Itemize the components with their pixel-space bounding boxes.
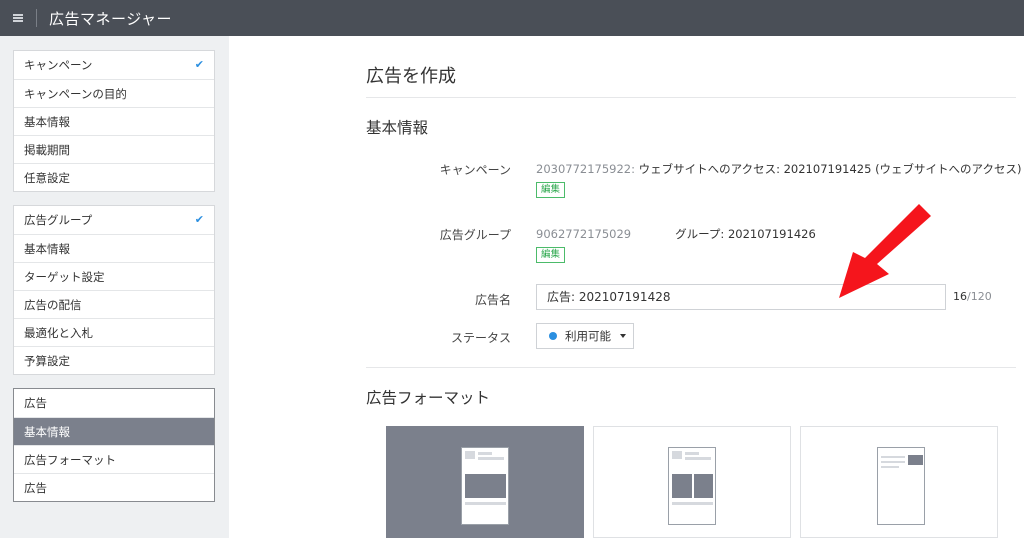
preview-image	[908, 455, 923, 465]
adgroup-value: 9062772175029 グループ: 202107191426	[536, 226, 816, 242]
status-value: 利用可能	[565, 329, 611, 343]
preview-image	[672, 474, 692, 498]
page-title: 広告を作成	[366, 66, 456, 87]
sidebar-item-label: キャンペーン	[24, 58, 93, 72]
adgroup-name: グループ: 202107191426	[675, 227, 816, 241]
main-content: 広告を作成 基本情報 キャンペーン 2030772175922: ウェブサイトへ…	[229, 36, 1024, 538]
status-dropdown[interactable]: 利用可能	[536, 323, 634, 349]
sidebar-item-campaign[interactable]: キャンペーン ✔	[14, 51, 214, 79]
ad-name-input[interactable]: 広告: 202107191428	[536, 284, 946, 310]
app-title: 広告マネージャー	[49, 9, 172, 28]
sidebar-item-label: キャンペーンの目的	[24, 87, 127, 101]
ad-name-label: 広告名	[474, 293, 511, 307]
caret-down-icon	[620, 334, 626, 338]
title-divider	[366, 97, 1016, 98]
sidebar: キャンペーン ✔ キャンペーンの目的 基本情報 掲載期間 任意設定 広告グループ…	[0, 36, 229, 538]
preview-image	[694, 474, 713, 498]
sidebar-item-ad-creative[interactable]: 広告	[14, 473, 214, 501]
campaign-edit-button[interactable]: 編集	[536, 182, 566, 198]
sidebar-item-campaign-schedule[interactable]: 掲載期間	[14, 135, 214, 163]
check-icon: ✔	[194, 58, 204, 71]
phone-preview	[461, 447, 509, 525]
preview-line	[881, 456, 905, 458]
adgroup-edit-button[interactable]: 編集	[536, 247, 566, 263]
ad-format-section-title: 広告フォーマット	[366, 389, 491, 407]
campaign-id: 2030772175922:	[536, 162, 635, 176]
ad-name-counter: 16/120	[953, 290, 992, 303]
sidebar-group-campaign: キャンペーン ✔ キャンペーンの目的 基本情報 掲載期間 任意設定	[13, 50, 215, 192]
campaign-label: キャンペーン	[439, 163, 511, 177]
sidebar-item-ad[interactable]: 広告	[14, 389, 214, 417]
basic-info-section-title: 基本情報	[366, 119, 429, 137]
sidebar-item-ad-basic-info[interactable]: 基本情報	[14, 417, 214, 445]
ad-name-count: 16	[953, 290, 967, 303]
sidebar-item-campaign-objective[interactable]: キャンペーンの目的	[14, 79, 214, 107]
preview-line	[881, 461, 905, 463]
sidebar-item-label: 掲載期間	[24, 143, 70, 157]
sidebar-item-campaign-basic-info[interactable]: 基本情報	[14, 107, 214, 135]
preview-line	[685, 457, 711, 460]
format-card-multi-image[interactable]	[593, 426, 791, 538]
check-icon: ✔	[194, 213, 204, 226]
top-bar-separator	[36, 9, 37, 27]
sidebar-item-label: 基本情報	[24, 425, 70, 439]
preview-avatar	[672, 451, 682, 459]
sidebar-item-label: 最適化と入札	[24, 326, 93, 340]
campaign-name: ウェブサイトへのアクセス: 202107191425 (ウェブサイトへのアクセス…	[635, 162, 1022, 176]
sidebar-item-optimization-bidding[interactable]: 最適化と入札	[14, 318, 214, 346]
hamburger-icon[interactable]	[0, 0, 36, 36]
phone-preview	[668, 447, 716, 525]
sidebar-item-targeting[interactable]: ターゲット設定	[14, 262, 214, 290]
sidebar-item-label: 広告の配信	[24, 298, 82, 312]
sidebar-item-adgroup-basic-info[interactable]: 基本情報	[14, 234, 214, 262]
sidebar-item-label: 広告	[24, 396, 47, 410]
preview-avatar	[465, 451, 475, 459]
top-bar: 広告マネージャー	[0, 0, 1024, 36]
sidebar-item-label: 予算設定	[24, 354, 70, 368]
adgroup-label: 広告グループ	[439, 228, 511, 242]
sidebar-item-label: ターゲット設定	[24, 270, 105, 284]
sidebar-group-ad: 広告 基本情報 広告フォーマット 広告	[13, 388, 215, 502]
dot-icon	[549, 332, 557, 340]
section-divider	[366, 367, 1016, 368]
sidebar-item-budget[interactable]: 予算設定	[14, 346, 214, 374]
sidebar-item-ad-format[interactable]: 広告フォーマット	[14, 445, 214, 473]
preview-line	[478, 457, 504, 460]
sidebar-item-label: 基本情報	[24, 115, 70, 129]
sidebar-item-label: 広告フォーマット	[24, 453, 116, 467]
sidebar-item-label: 任意設定	[24, 171, 70, 185]
format-card-single-image[interactable]	[386, 426, 584, 538]
sidebar-item-label: 基本情報	[24, 242, 70, 256]
preview-line	[478, 452, 492, 455]
ad-name-max: /120	[967, 290, 992, 303]
preview-line	[672, 502, 713, 505]
preview-line	[881, 466, 899, 468]
sidebar-item-adgroup[interactable]: 広告グループ ✔	[14, 206, 214, 234]
phone-preview	[877, 447, 925, 525]
sidebar-item-label: 広告グループ	[24, 213, 93, 227]
preview-line	[465, 502, 506, 505]
preview-line	[685, 452, 699, 455]
sidebar-item-delivery[interactable]: 広告の配信	[14, 290, 214, 318]
preview-image	[465, 474, 506, 498]
sidebar-item-label: 広告	[24, 481, 47, 495]
adgroup-id: 9062772175029	[536, 227, 632, 241]
format-card-small-image[interactable]	[800, 426, 998, 538]
sidebar-group-adgroup: 広告グループ ✔ 基本情報 ターゲット設定 広告の配信 最適化と入札 予算設定	[13, 205, 215, 375]
status-label: ステータス	[450, 331, 511, 345]
campaign-value: 2030772175922: ウェブサイトへのアクセス: 20210719142…	[536, 161, 1021, 177]
sidebar-item-campaign-optional[interactable]: 任意設定	[14, 163, 214, 191]
